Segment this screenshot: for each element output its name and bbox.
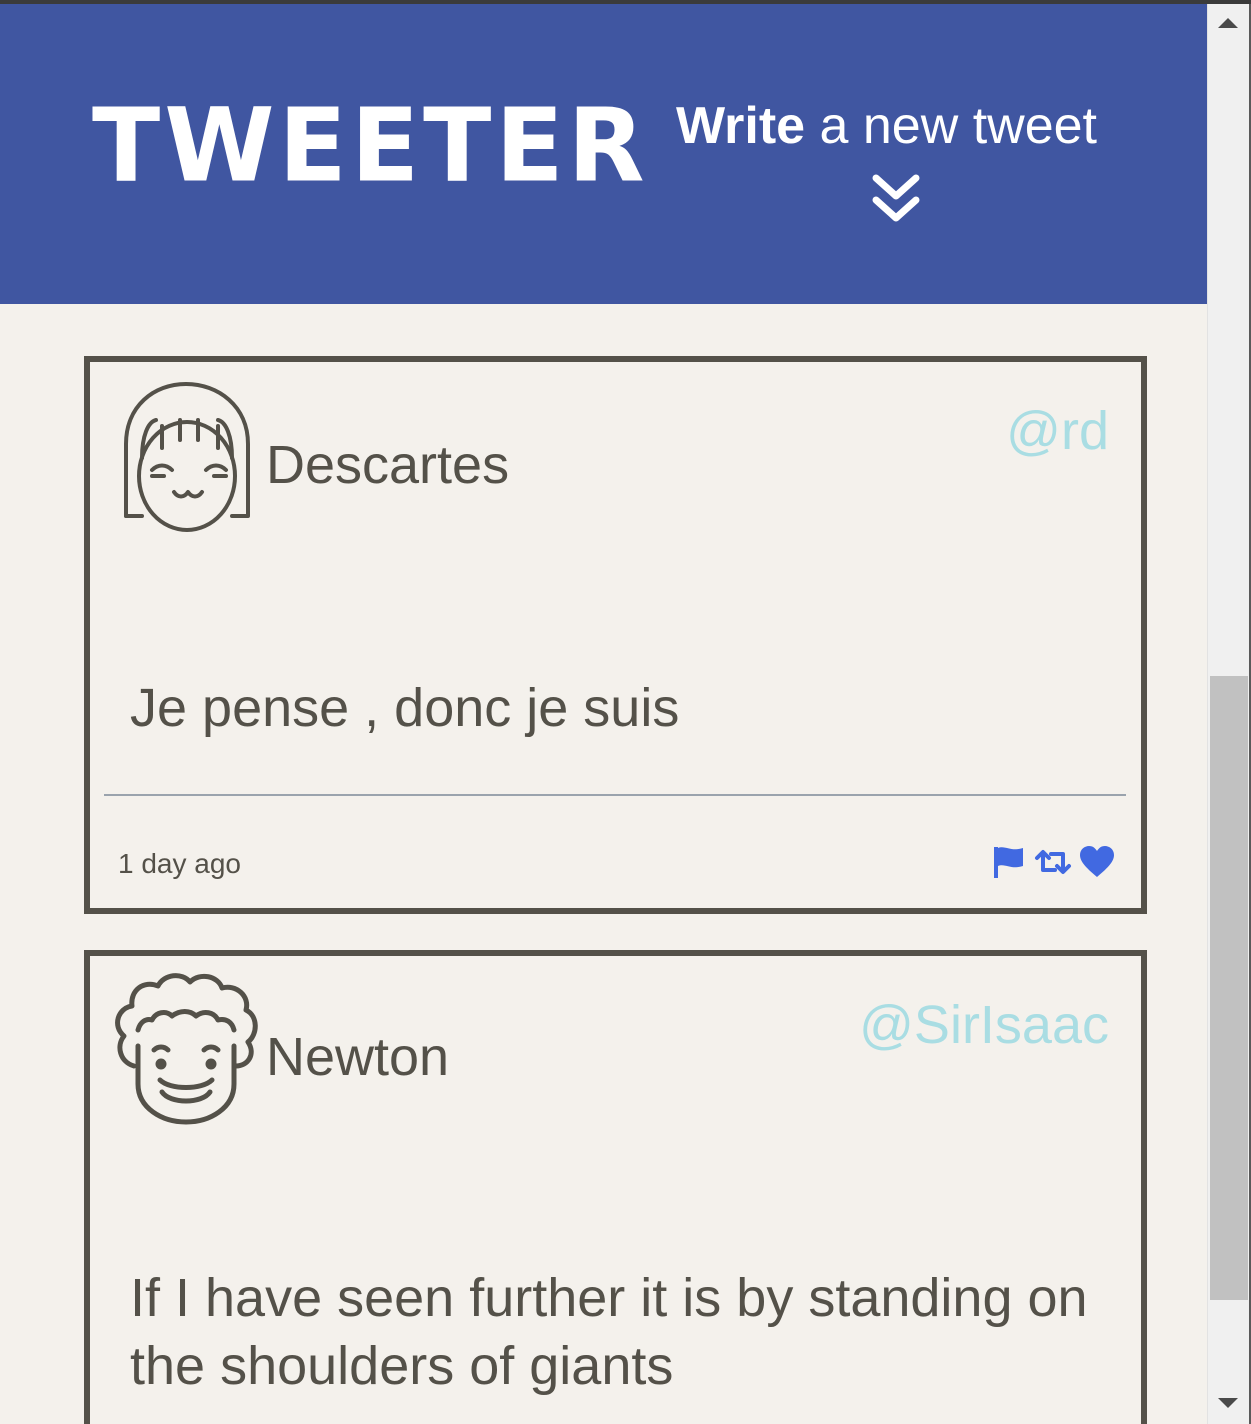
author-name: Descartes	[266, 435, 510, 495]
curly-hair-avatar-icon	[108, 966, 258, 1130]
girl-avatar-icon	[114, 376, 264, 540]
flag-icon[interactable]	[991, 844, 1027, 884]
double-chevron-down-icon[interactable]	[870, 172, 922, 226]
tweet-card: Newton @SirIsaac If I have seen further …	[84, 950, 1147, 1424]
compose-label-rest: a new tweet	[805, 97, 1098, 155]
retweet-icon[interactable]	[1033, 844, 1073, 884]
vertical-scrollbar[interactable]	[1207, 4, 1251, 1424]
tweet-text: If I have seen further it is by standing…	[130, 1268, 1088, 1396]
scroll-up-arrow-icon[interactable]	[1218, 18, 1238, 28]
author-handle[interactable]: @SirIsaac	[859, 998, 1109, 1052]
scrollbar-thumb[interactable]	[1210, 676, 1248, 1300]
compose-label-bold: Write	[676, 97, 806, 155]
scroll-down-arrow-icon[interactable]	[1218, 1398, 1238, 1408]
tweet-timestamp: 1 day ago	[118, 848, 241, 879]
tweet-card: Descartes @rd Je pense , donc je suis 1 …	[84, 356, 1147, 914]
compose-toggle[interactable]: Write a new tweet	[676, 100, 1097, 152]
tweet-text: Je pense , donc je suis	[130, 678, 680, 738]
author-name: Newton	[266, 1027, 450, 1087]
author-handle[interactable]: @rd	[1006, 404, 1109, 458]
heart-icon[interactable]	[1079, 845, 1115, 883]
app-window: TWEETER Write a new tweet Descartes @rd …	[0, 0, 1251, 1424]
brand-logo[interactable]: TWEETER	[92, 94, 649, 197]
tweet-actions	[991, 844, 1115, 884]
tweet-divider	[104, 794, 1126, 796]
site-header: TWEETER Write a new tweet	[0, 4, 1207, 304]
